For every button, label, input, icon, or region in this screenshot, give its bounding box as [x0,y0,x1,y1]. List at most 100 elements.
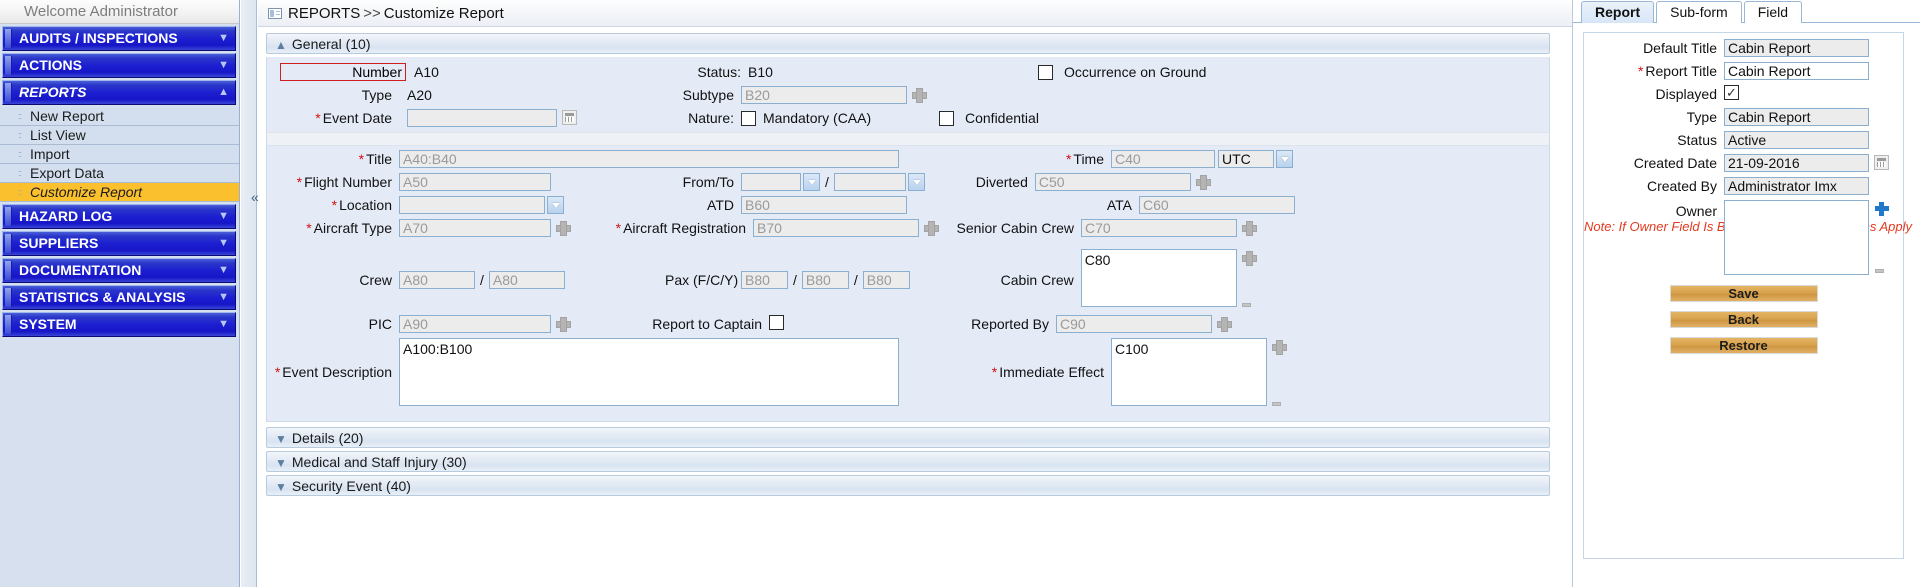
nav-group-hazard-log[interactable]: HAZARD LOG ▼ [2,204,236,229]
back-button[interactable]: Back [1669,311,1818,328]
sidebar-item-customize-report[interactable]: :: Customize Report [0,183,239,202]
chevron-down-icon[interactable] [803,173,820,191]
pax-club-input[interactable] [801,271,849,289]
sidebar-item-new-report[interactable]: :: New Report [0,107,239,126]
occurrence-on-ground-checkbox[interactable] [1038,65,1053,80]
diverted-input[interactable] [1034,173,1191,191]
nav-group-reports[interactable]: REPORTS ▲ [2,80,236,105]
chevron-down-icon[interactable] [907,173,925,191]
subtype-input[interactable] [741,86,907,104]
section-header-medical-staff-injury[interactable]: ▼ Medical and Staff Injury (30) [266,451,1550,472]
event-date-input[interactable] [407,109,557,127]
cabin-crew-textarea[interactable] [1080,249,1237,307]
chevron-down-icon[interactable] [1276,150,1293,168]
report-to-captain-checkbox[interactable] [769,315,784,330]
section-header-details[interactable]: ▼ Details (20) [266,427,1550,448]
ata-input[interactable] [1139,196,1295,214]
flight-number-input[interactable] [399,173,551,191]
aircraft-type-input[interactable] [399,219,551,237]
time-input[interactable] [1111,150,1215,168]
type-input[interactable] [1724,108,1869,126]
chevron-down-icon[interactable] [547,196,564,214]
remove-icon[interactable] [1272,402,1281,406]
add-icon[interactable] [912,88,927,103]
chevron-down-icon: ▼ [218,318,229,330]
created-by-input[interactable] [1724,177,1869,195]
location-input[interactable] [399,196,545,214]
calendar-icon[interactable] [1874,155,1889,170]
add-icon[interactable] [1242,221,1257,236]
remove-icon[interactable] [1241,303,1251,307]
chevron-down-icon: ▼ [275,432,287,446]
pax-first-input[interactable] [741,271,788,289]
nav-group-actions[interactable]: ACTIONS ▼ [2,53,236,78]
save-button[interactable]: Save [1669,285,1818,302]
to-input[interactable] [833,173,906,191]
nav-group-audits-inspections[interactable]: AUDITS / INSPECTIONS ▼ [2,26,236,51]
tab-field[interactable]: Field [1743,1,1803,23]
title-input[interactable] [399,150,899,168]
section-title: Details (20) [291,430,364,446]
from-input[interactable] [741,173,801,191]
chevron-down-icon: ▼ [218,264,229,276]
sidebar-item-list-view[interactable]: :: List View [0,126,239,145]
owner-textarea[interactable] [1724,200,1869,275]
sidebar-item-import[interactable]: :: Import [0,145,239,164]
add-icon[interactable] [1217,317,1232,332]
pax-economy-input[interactable] [862,271,910,289]
add-icon[interactable] [556,221,571,236]
default-title-input[interactable] [1724,39,1869,57]
add-icon[interactable] [1272,340,1287,355]
confidential-checkbox[interactable] [939,111,954,126]
aircraft-registration-input[interactable] [753,219,919,237]
atd-input[interactable] [741,196,907,214]
calendar-icon[interactable] [562,110,577,125]
tab-report[interactable]: Report [1581,1,1655,23]
add-icon[interactable] [924,221,939,236]
section-title: Medical and Staff Injury (30) [291,454,467,470]
nav-group-system[interactable]: SYSTEM ▼ [2,312,236,337]
time-zone-input[interactable] [1218,150,1274,168]
chevron-down-icon: ▼ [275,456,287,470]
tab-label: Report [1595,4,1641,20]
sidebar-splitter[interactable] [241,0,257,587]
required-marker: * [274,364,281,380]
number-label: Number [280,63,406,81]
add-icon[interactable] [1875,202,1889,216]
created-date-input[interactable] [1724,154,1869,172]
status-label: Status [1677,132,1717,148]
section-header-general[interactable]: ▲ General (10) [266,33,1550,54]
displayed-checkbox[interactable]: ✓ [1724,85,1739,100]
nav-group-suppliers[interactable]: SUPPLIERS ▼ [2,231,236,256]
restore-button[interactable]: Restore [1669,337,1818,354]
form-row-type: Type A20 Subtype [267,86,1549,104]
sidebar-collapse-icon[interactable]: « [251,190,259,204]
report-title-input[interactable] [1724,62,1869,80]
add-icon[interactable] [1195,175,1211,190]
add-icon[interactable] [556,317,571,332]
prop-row-created-by: Created By [1584,177,1903,195]
reported-by-input[interactable] [1056,315,1212,333]
pic-input[interactable] [399,315,551,333]
status-input[interactable] [1724,131,1869,149]
add-icon[interactable] [1241,251,1257,266]
crew-input-1[interactable] [399,271,475,289]
breadcrumb-root[interactable]: REPORTS [288,5,360,22]
required-marker: * [331,197,338,213]
remove-icon[interactable] [1875,269,1884,273]
event-description-textarea[interactable] [399,338,899,406]
bullet-icon: :: [18,130,22,140]
senior-cabin-crew-input[interactable] [1081,219,1237,237]
nav-group-label: SUPPLIERS [19,235,99,251]
tab-sub-form[interactable]: Sub-form [1656,1,1742,23]
prop-row-type: Type [1584,108,1903,126]
sidebar-item-export-data[interactable]: :: Export Data [0,164,239,183]
crew-input-2[interactable] [488,271,565,289]
type-label: Type [1686,109,1717,125]
mandatory-caa-checkbox[interactable] [741,111,756,126]
nav-group-documentation[interactable]: DOCUMENTATION ▼ [2,258,236,283]
immediate-effect-textarea[interactable] [1111,338,1267,406]
nav-group-statistics-analysis[interactable]: STATISTICS & ANALYSIS ▼ [2,285,236,310]
prop-row-created-date: Created Date [1584,154,1903,172]
section-header-security-event[interactable]: ▼ Security Event (40) [266,475,1550,496]
